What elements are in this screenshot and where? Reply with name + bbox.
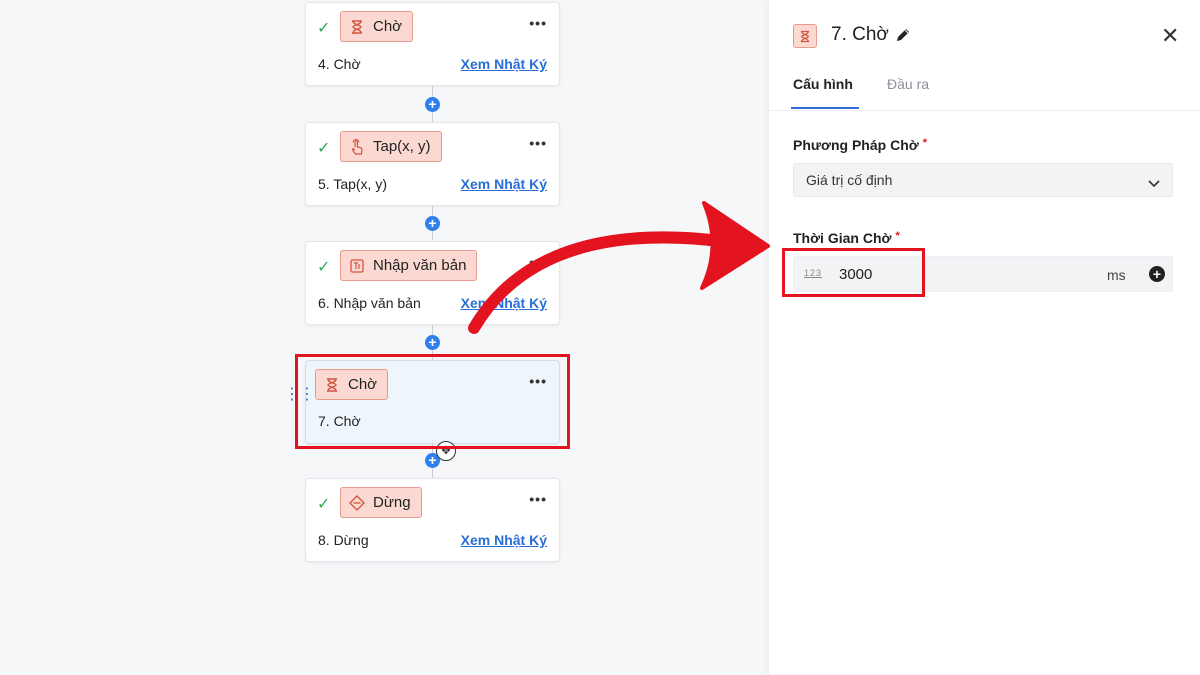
annotation-arrow [468, 201, 770, 334]
arrow-curve [468, 231, 741, 334]
arrow-head [700, 201, 770, 290]
